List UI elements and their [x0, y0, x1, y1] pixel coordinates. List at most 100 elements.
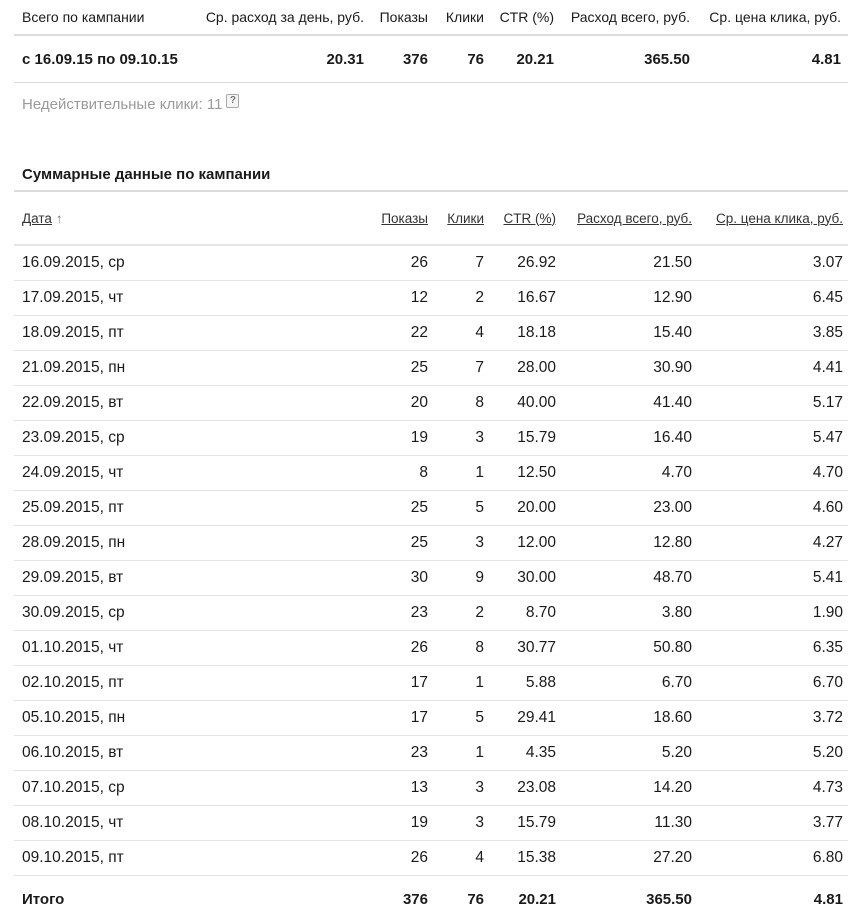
row-cpc: 4.41	[812, 359, 843, 376]
summary-header-row: Всего по кампании Ср. расход за день, ру…	[14, 0, 848, 34]
row-spend: 18.60	[653, 709, 692, 726]
row-spend: 50.80	[653, 639, 692, 656]
sort-by-cpc-link[interactable]: Ср. цена клика, руб.	[716, 211, 843, 226]
row-clicks: 7	[475, 359, 484, 376]
row-shows: 13	[410, 779, 428, 796]
row-ctr: 12.00	[517, 534, 556, 551]
row-cpc: 6.35	[812, 639, 843, 656]
row-ctr: 30.77	[517, 639, 556, 656]
sort-by-spend-link[interactable]: Расход всего, руб.	[577, 211, 692, 226]
row-clicks: 1	[475, 744, 484, 761]
table-row: 07.10.2015, ср 13 3 23.08 14.20 4.73	[14, 771, 848, 806]
row-shows: 30	[410, 569, 428, 586]
summary-header-period: Всего по кампании	[22, 9, 145, 25]
row-date: 23.09.2015, ср	[22, 429, 125, 446]
row-ctr: 12.50	[517, 464, 556, 481]
summary-clicks: 76	[467, 50, 484, 68]
row-clicks: 4	[475, 849, 484, 866]
total-clicks: 76	[467, 890, 484, 908]
row-date: 17.09.2015, чт	[22, 289, 124, 306]
row-shows: 23	[410, 604, 428, 621]
sort-by-date-link[interactable]: Дата	[22, 211, 52, 226]
row-spend: 4.70	[661, 464, 692, 481]
row-shows: 20	[410, 394, 428, 411]
row-date: 21.09.2015, пн	[22, 359, 126, 376]
row-shows: 26	[410, 254, 428, 271]
summary-header-avg-daily-spend: Ср. расход за день, руб.	[205, 9, 364, 25]
row-shows: 25	[410, 534, 428, 551]
row-spend: 6.70	[661, 674, 692, 691]
row-clicks: 4	[475, 324, 484, 341]
summary-header-avg-cpc: Ср. цена клика, руб.	[709, 9, 841, 25]
row-shows: 17	[410, 674, 428, 691]
total-shows: 376	[402, 890, 428, 908]
row-shows: 19	[410, 429, 428, 446]
row-date: 28.09.2015, пн	[22, 534, 126, 551]
row-date: 16.09.2015, ср	[22, 254, 125, 271]
row-ctr: 30.00	[517, 569, 556, 586]
row-cpc: 4.27	[812, 534, 843, 551]
table-row: 25.09.2015, пт 25 5 20.00 23.00 4.60	[14, 491, 848, 526]
row-date: 08.10.2015, чт	[22, 814, 124, 831]
row-ctr: 15.79	[517, 814, 556, 831]
row-shows: 12	[410, 289, 428, 306]
row-clicks: 3	[475, 814, 484, 831]
table-row: 18.09.2015, пт 22 4 18.18 15.40 3.85	[14, 316, 848, 351]
summary-avg-cpc: 4.81	[811, 50, 841, 68]
row-spend: 14.20	[653, 779, 692, 796]
row-ctr: 40.00	[517, 394, 556, 411]
column-header-date[interactable]: Дата ↑	[14, 211, 196, 226]
row-date: 05.10.2015, пн	[22, 709, 126, 726]
row-spend: 27.20	[653, 849, 692, 866]
summary-shows: 376	[402, 50, 428, 68]
row-clicks: 3	[475, 779, 484, 796]
sort-by-ctr-link[interactable]: CTR (%)	[504, 211, 557, 226]
table-row: 17.09.2015, чт 12 2 16.67 12.90 6.45	[14, 281, 848, 316]
row-shows: 25	[410, 499, 428, 516]
column-header-clicks[interactable]: Клики	[428, 211, 484, 226]
row-date: 07.10.2015, ср	[22, 779, 125, 796]
row-cpc: 5.20	[812, 744, 843, 761]
table-row: 09.10.2015, пт 26 4 15.38 27.20 6.80	[14, 841, 848, 876]
row-cpc: 3.85	[812, 324, 843, 341]
table-row: 22.09.2015, вт 20 8 40.00 41.40 5.17	[14, 386, 848, 421]
total-spend: 365.50	[646, 890, 692, 908]
summary-total-spend: 365.50	[644, 50, 690, 68]
sort-ascending-icon: ↑	[55, 210, 63, 226]
row-cpc: 3.77	[812, 814, 843, 831]
row-cpc: 4.73	[812, 779, 843, 796]
row-ctr: 16.67	[517, 289, 556, 306]
sort-by-shows-link[interactable]: Показы	[381, 211, 428, 226]
summary-header-clicks: Клики	[445, 9, 484, 25]
row-spend: 41.40	[653, 394, 692, 411]
row-spend: 23.00	[653, 499, 692, 516]
sort-by-clicks-link[interactable]: Клики	[447, 211, 484, 226]
row-date: 22.09.2015, вт	[22, 394, 124, 411]
row-cpc: 3.72	[812, 709, 843, 726]
row-shows: 8	[419, 464, 428, 481]
table-row: 21.09.2015, пн 25 7 28.00 30.90 4.41	[14, 351, 848, 386]
row-clicks: 2	[475, 604, 484, 621]
daily-header-row: Дата ↑ Показы Клики CTR (%) Расход всего,…	[14, 190, 848, 246]
row-shows: 22	[410, 324, 428, 341]
table-row: 28.09.2015, пн 25 3 12.00 12.80 4.27	[14, 526, 848, 561]
row-date: 24.09.2015, чт	[22, 464, 124, 481]
help-icon[interactable]: ?	[226, 93, 240, 108]
column-header-shows[interactable]: Показы	[196, 211, 428, 226]
row-shows: 26	[410, 849, 428, 866]
row-date: 25.09.2015, пт	[22, 499, 124, 516]
row-clicks: 7	[475, 254, 484, 271]
total-row: Итого 376 76 20.21 365.50 4.81	[14, 876, 848, 922]
row-date: 02.10.2015, пт	[22, 674, 124, 691]
column-header-cpc[interactable]: Ср. цена клика, руб.	[692, 211, 843, 226]
column-header-spend[interactable]: Расход всего, руб.	[556, 211, 692, 226]
row-date: 30.09.2015, ср	[22, 604, 125, 621]
daily-rows: 16.09.2015, ср 26 7 26.92 21.50 3.07 17.09.201…	[14, 246, 848, 876]
column-header-ctr[interactable]: CTR (%)	[484, 211, 557, 226]
row-spend: 48.70	[653, 569, 692, 586]
summary-ctr: 20.21	[516, 50, 554, 68]
row-ctr: 26.92	[517, 254, 556, 271]
table-row: 08.10.2015, чт 19 3 15.79 11.30 3.77	[14, 806, 848, 841]
row-spend: 21.50	[653, 254, 692, 271]
row-shows: 19	[410, 814, 428, 831]
